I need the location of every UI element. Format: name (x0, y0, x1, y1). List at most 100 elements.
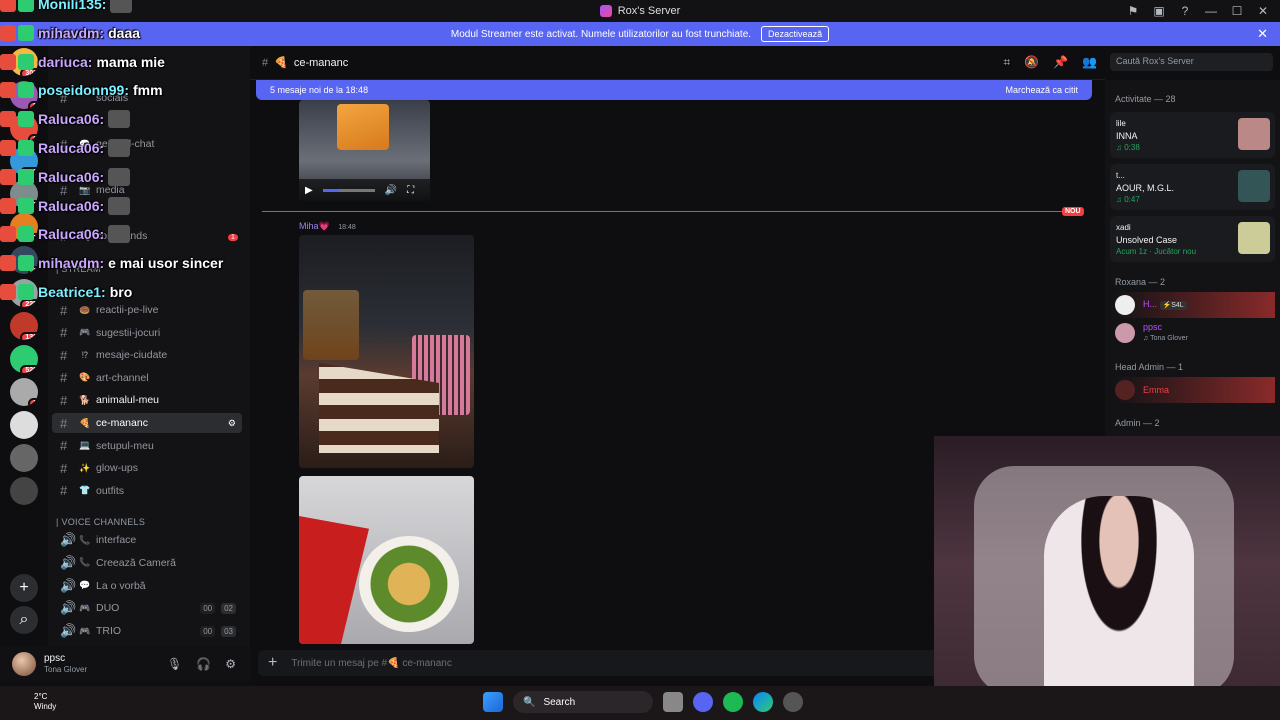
channel-emoji: 🍩 (79, 304, 91, 315)
settings-icon[interactable]: ⚙ (225, 657, 236, 671)
channel-emoji: ⁉ (81, 349, 89, 360)
badge-icon (0, 197, 16, 214)
search-input[interactable]: Caută Rox's Server (1110, 53, 1273, 71)
maximize-button[interactable]: ☐ (1226, 4, 1248, 18)
channel-label: Creează Cameră (96, 556, 176, 569)
video-attachment[interactable]: ▶ 🔊 ⛶ (299, 100, 430, 201)
server-icon[interactable] (10, 477, 38, 505)
badge-icon (18, 255, 34, 272)
member-row[interactable]: H... ⚡S4L (1115, 292, 1275, 318)
chat-header: # 🍕 ce-mananc ⌗ 🔕 📌 👥 (250, 46, 1105, 80)
banner-text: Modul Streamer este activat. Numele util… (450, 28, 752, 40)
channel-emoji: 🎮 (79, 602, 91, 613)
message-author[interactable]: Miha💗 (299, 221, 330, 231)
activity-card[interactable]: xadi Unsolved Case Acum 1z · Jucător nou (1110, 216, 1275, 262)
chat-message: e mai usor sincer (108, 255, 224, 272)
channel-emoji: 🎮 (79, 327, 91, 338)
play-icon[interactable]: ▶ (305, 185, 313, 196)
close-button[interactable]: ✕ (1252, 4, 1274, 18)
mute-icon[interactable]: 🔕 (1024, 55, 1039, 70)
spotify-icon[interactable] (723, 692, 743, 712)
overlay-chat-line: Raluca06: (0, 166, 280, 188)
video-progress[interactable] (322, 188, 375, 192)
file-explorer-icon[interactable] (663, 692, 683, 712)
volume-icon[interactable]: 🔊 (385, 185, 397, 196)
channel-settings-icon[interactable]: ⚙ (228, 418, 236, 429)
member-row[interactable]: ppsc ♫ Tona Glover (1115, 320, 1275, 346)
activity-thumbnail (1238, 222, 1270, 254)
server-icon[interactable]: 2 (10, 378, 38, 406)
hash-icon: # (60, 325, 68, 341)
voice-channel[interactable]: 🔊 🎮 DUO 00 02 (52, 598, 242, 618)
overlay-chat-line: mihavdm: e mai usor sincer (0, 252, 280, 274)
voice-category[interactable]: | VOICE CHANNELS (56, 517, 145, 527)
voice-channel[interactable]: 🔊 🎮 TRIO 00 03 (52, 621, 242, 641)
pin-icon[interactable]: 📌 (1053, 55, 1068, 70)
channel-emoji: 🎮 (79, 625, 91, 636)
speaker-icon: 🔊 (60, 577, 77, 593)
activity-card[interactable]: t... AOUR, M.G.L. ♫ 0:47 (1110, 164, 1275, 210)
channel-label: outfits (96, 484, 125, 497)
badge-icon (18, 0, 34, 12)
text-channel[interactable]: # 🎨 art-channel (52, 368, 242, 388)
avatar[interactable] (12, 652, 36, 676)
disable-streamer-button[interactable]: Dezactivează (761, 26, 830, 42)
text-channel[interactable]: # 🍕 ce-mananc ⚙ (52, 413, 242, 433)
threads-icon[interactable]: ⌗ (1003, 55, 1010, 70)
hash-icon: # (60, 392, 68, 408)
speaker-icon: 🔊 (60, 554, 77, 570)
windows-start-icon[interactable] (483, 692, 503, 712)
taskbar-search[interactable]: 🔍 Search (513, 691, 653, 713)
user-info[interactable]: ppsc Tona Glover (44, 653, 87, 675)
obs-icon[interactable] (783, 692, 803, 712)
add-attachment-icon[interactable]: + (268, 654, 277, 672)
discord-icon[interactable] (693, 692, 713, 712)
members-icon[interactable]: 👥 (1082, 55, 1097, 70)
member-tag: ⚡S4L (1159, 301, 1187, 310)
member-row[interactable]: Emma (1115, 377, 1275, 403)
text-channel[interactable]: # 🍩 reactii-pe-live (52, 300, 242, 320)
text-channel[interactable]: # ✨ glow-ups (52, 458, 242, 478)
member-name: Emma (1143, 385, 1170, 395)
text-channel[interactable]: # 🐕 animalul-meu (52, 390, 242, 410)
text-channel[interactable]: # 👕 outfits (52, 481, 242, 501)
help-icon[interactable]: ? (1174, 4, 1196, 18)
chatter-name: poseidonn99: (38, 82, 130, 99)
new-messages-bar[interactable]: 5 mesaje noi de la 18:48 Marchează ca ci… (256, 80, 1092, 100)
server-icon[interactable] (10, 411, 38, 439)
chat-badges (0, 255, 34, 272)
mark-read-button[interactable]: Marchează ca citit (1005, 85, 1078, 95)
voice-channel[interactable]: 🔊 💬 La o vorbă (52, 576, 242, 596)
server-icon[interactable]: 130 (10, 312, 38, 340)
screen-icon[interactable]: ▣ (1148, 4, 1170, 18)
temperature: 2°C (34, 692, 48, 701)
channel-emoji: 💬 (79, 580, 91, 591)
server-icon[interactable] (10, 444, 38, 472)
activity-card[interactable]: lile INNA ♫ 0:38 (1110, 112, 1275, 158)
voice-channel[interactable]: 🔊 📞 interface (52, 530, 242, 550)
chat-badges (0, 168, 34, 185)
chat-message: fmm (133, 82, 163, 99)
close-icon[interactable]: ✕ (1257, 26, 1268, 42)
text-channel[interactable]: # ⁉ mesaje-ciudate (52, 345, 242, 365)
voice-channel[interactable]: 🔊 📞 Creează Cameră (52, 553, 242, 573)
discover-icon[interactable]: ⌕ (10, 606, 38, 634)
member-name: ppsc (1143, 322, 1163, 332)
server-icon[interactable]: 528 (10, 345, 38, 373)
image-attachment-plate[interactable] (299, 476, 474, 644)
add-server-icon[interactable]: + (10, 574, 38, 602)
image-attachment-cake[interactable] (299, 235, 474, 468)
text-channel[interactable]: # 🎮 sugestii-jocuri (52, 323, 242, 343)
inbox-icon[interactable]: ⚑ (1122, 4, 1144, 18)
overlay-chat-line: dariuca: mama mie (0, 51, 280, 73)
edge-icon[interactable] (753, 692, 773, 712)
chatter-name: Raluca06: (38, 197, 105, 214)
weather-widget[interactable]: 2°C Windy (34, 692, 56, 712)
mic-icon[interactable]: 🎙 (167, 657, 182, 671)
badge-icon (18, 284, 34, 300)
text-channel[interactable]: # 💻 setupul-meu (52, 436, 242, 456)
minimize-button[interactable]: — (1200, 4, 1222, 18)
fullscreen-icon[interactable]: ⛶ (407, 185, 414, 196)
headphones-icon[interactable]: 🎧 (196, 657, 211, 671)
hash-icon: # (60, 415, 68, 431)
